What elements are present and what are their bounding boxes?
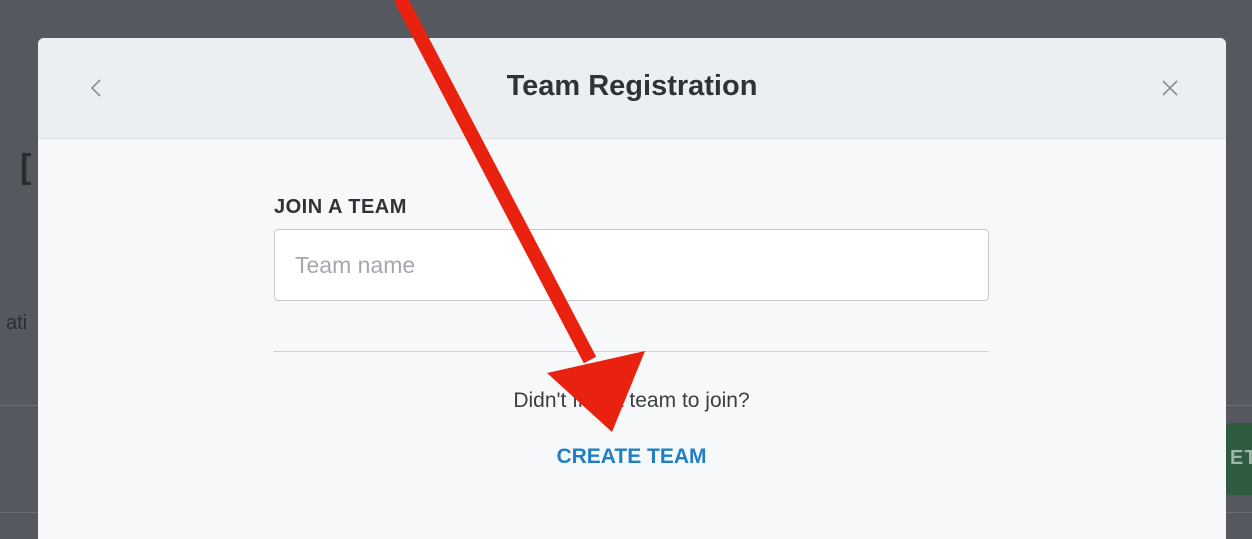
close-icon xyxy=(1162,80,1178,96)
modal-title: Team Registration xyxy=(506,70,758,102)
background-divider xyxy=(1226,512,1252,513)
background-text-fragment: ati xyxy=(6,312,28,334)
background-button: ET xyxy=(1226,423,1252,495)
page: [ ati ET Team Registration JOIN A TEAM T… xyxy=(0,0,1252,539)
team-registration-modal: Team Registration JOIN A TEAM Didn't fin… xyxy=(38,38,1226,539)
team-name-input[interactable] xyxy=(274,229,989,301)
create-team-link[interactable]: CREATE TEAM xyxy=(522,445,742,469)
form-divider xyxy=(274,351,989,352)
background-divider xyxy=(0,512,38,513)
background-divider xyxy=(1226,405,1252,406)
close-button[interactable] xyxy=(1154,72,1186,104)
join-team-form: JOIN A TEAM Didn't find a team to join? … xyxy=(274,196,989,469)
join-team-label: JOIN A TEAM xyxy=(274,196,407,218)
background-divider xyxy=(0,405,38,406)
modal-header: Team Registration xyxy=(38,38,1226,139)
no-team-prompt: Didn't find a team to join? xyxy=(513,389,750,412)
background-text-fragment: [ xyxy=(20,148,32,186)
